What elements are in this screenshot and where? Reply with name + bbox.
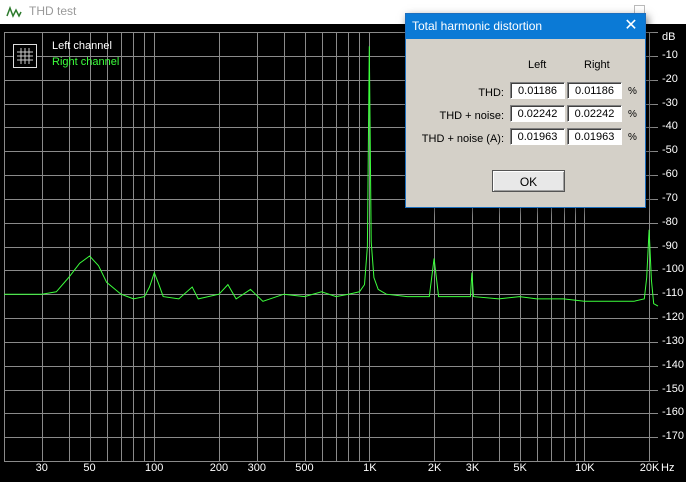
column-header-right: Right bbox=[584, 59, 610, 71]
column-header-left: Left bbox=[528, 59, 547, 71]
y-tick-label: -100 bbox=[662, 263, 685, 276]
legend-grid-icon[interactable] bbox=[13, 44, 37, 68]
x-axis-unit: Hz bbox=[661, 462, 675, 474]
y-tick-label: -50 bbox=[662, 144, 678, 157]
x-tick-label: 500 bbox=[295, 462, 314, 474]
y-tick-label: -60 bbox=[662, 168, 678, 180]
dialog-title-bar: Total harmonic distortion ✕ bbox=[406, 14, 645, 39]
thd-noise-a-unit: % bbox=[628, 132, 637, 143]
thd-noise-a-label: THD + noise (A): bbox=[421, 133, 504, 145]
x-tick-label: 20K bbox=[639, 462, 660, 474]
y-tick-label: -80 bbox=[662, 215, 678, 228]
x-tick-label: 200 bbox=[209, 462, 229, 474]
thd-noise-a-left-value[interactable]: 0.01963 bbox=[510, 128, 565, 145]
y-tick-label: -20 bbox=[662, 72, 678, 85]
thd-noise-left-value[interactable]: 0.02242 bbox=[510, 105, 565, 122]
y-tick-label: -170 bbox=[662, 430, 685, 443]
thd-unit: % bbox=[628, 86, 637, 97]
thd-right-value[interactable]: 0.01186 bbox=[567, 82, 622, 99]
y-tick-label: -130 bbox=[662, 334, 685, 347]
thd-label: THD: bbox=[478, 87, 504, 99]
x-tick-label: 5K bbox=[513, 462, 527, 474]
x-tick-label: 300 bbox=[247, 462, 266, 474]
x-tick-label: 30 bbox=[35, 462, 48, 474]
y-tick-label: -140 bbox=[662, 358, 685, 371]
thd-noise-right-value[interactable]: 0.02242 bbox=[567, 105, 622, 122]
ok-button[interactable]: OK bbox=[492, 170, 565, 192]
y-tick-label: -30 bbox=[662, 96, 678, 109]
legend-left-channel: Left channel bbox=[52, 40, 112, 52]
waveform-app-icon bbox=[6, 5, 22, 18]
y-tick-label: -90 bbox=[662, 239, 678, 252]
y-tick-label: -150 bbox=[662, 382, 685, 395]
x-tick-label: 50 bbox=[83, 462, 96, 474]
thd-left-value[interactable]: 0.01186 bbox=[510, 82, 565, 99]
y-tick-label: -70 bbox=[662, 191, 678, 204]
thd-noise-a-right-value[interactable]: 0.01963 bbox=[567, 128, 622, 145]
x-tick-label: 3K bbox=[465, 462, 480, 474]
dialog-body: Left Right THD: 0.01186 0.01186 % THD + … bbox=[406, 39, 645, 207]
thd-dialog: Total harmonic distortion ✕ Left Right T… bbox=[405, 13, 646, 208]
y-tick-label: -120 bbox=[662, 311, 685, 323]
y-tick-label: -160 bbox=[662, 406, 685, 419]
x-tick-label: 2K bbox=[427, 462, 442, 474]
close-icon[interactable]: ✕ bbox=[620, 15, 642, 37]
thd-noise-unit: % bbox=[628, 109, 637, 120]
thd-noise-label: THD + noise: bbox=[439, 110, 505, 122]
legend-right-channel: Right channel bbox=[52, 56, 120, 68]
x-tick-label: 1K bbox=[363, 462, 377, 474]
y-tick-label: -110 bbox=[662, 287, 684, 300]
window-title: THD test bbox=[29, 4, 77, 18]
y-axis-unit: dB bbox=[662, 31, 676, 43]
x-tick-label: 10K bbox=[575, 462, 595, 474]
x-tick-label: 100 bbox=[145, 462, 164, 474]
y-tick-label: -10 bbox=[662, 48, 678, 61]
dialog-title: Total harmonic distortion bbox=[412, 19, 543, 33]
y-tick-label: -40 bbox=[662, 120, 678, 133]
